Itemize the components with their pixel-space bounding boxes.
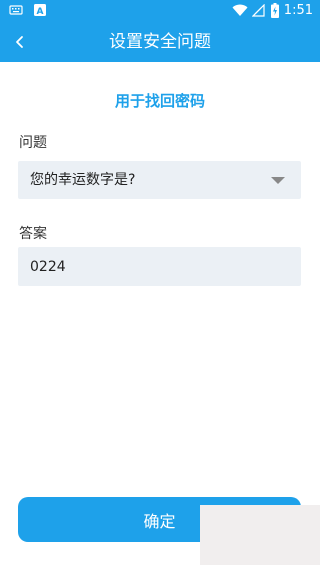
overlay-panel xyxy=(200,505,320,565)
app-bar: 设置安全问题 xyxy=(0,22,320,62)
question-select-value: 您的幸运数字是? xyxy=(30,172,136,188)
status-bar: A 1:51 xyxy=(0,0,320,22)
dropdown-arrow-icon xyxy=(271,177,285,184)
signal-icon xyxy=(252,4,265,17)
battery-charging-icon xyxy=(271,3,279,18)
answer-label: 答案 xyxy=(19,226,47,242)
question-label: 问题 xyxy=(19,135,47,151)
back-button[interactable] xyxy=(4,26,36,58)
font-a-icon: A xyxy=(34,4,46,17)
question-select[interactable]: 您的幸运数字是? xyxy=(18,161,301,199)
status-time: 1:51 xyxy=(283,3,313,18)
answer-input[interactable] xyxy=(18,247,301,286)
page-title: 设置安全问题 xyxy=(109,32,211,52)
chevron-left-icon xyxy=(16,36,23,48)
form-subtitle: 用于找回密码 xyxy=(114,92,205,110)
wifi-icon xyxy=(232,4,248,16)
svg-text:A: A xyxy=(37,7,44,17)
keyboard-icon xyxy=(9,5,23,15)
